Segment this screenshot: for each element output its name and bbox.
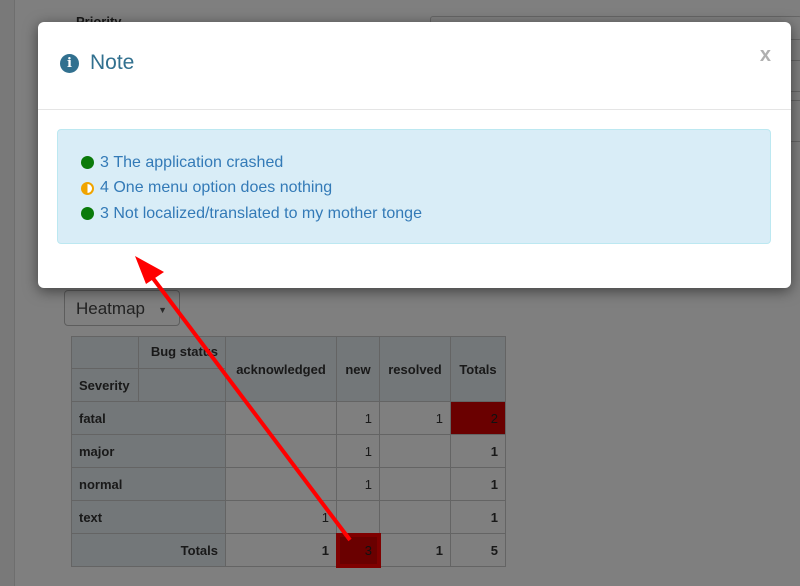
arrow-head-icon [135, 256, 164, 284]
annotation-arrow [135, 256, 352, 542]
arrow-shaft [144, 267, 352, 542]
